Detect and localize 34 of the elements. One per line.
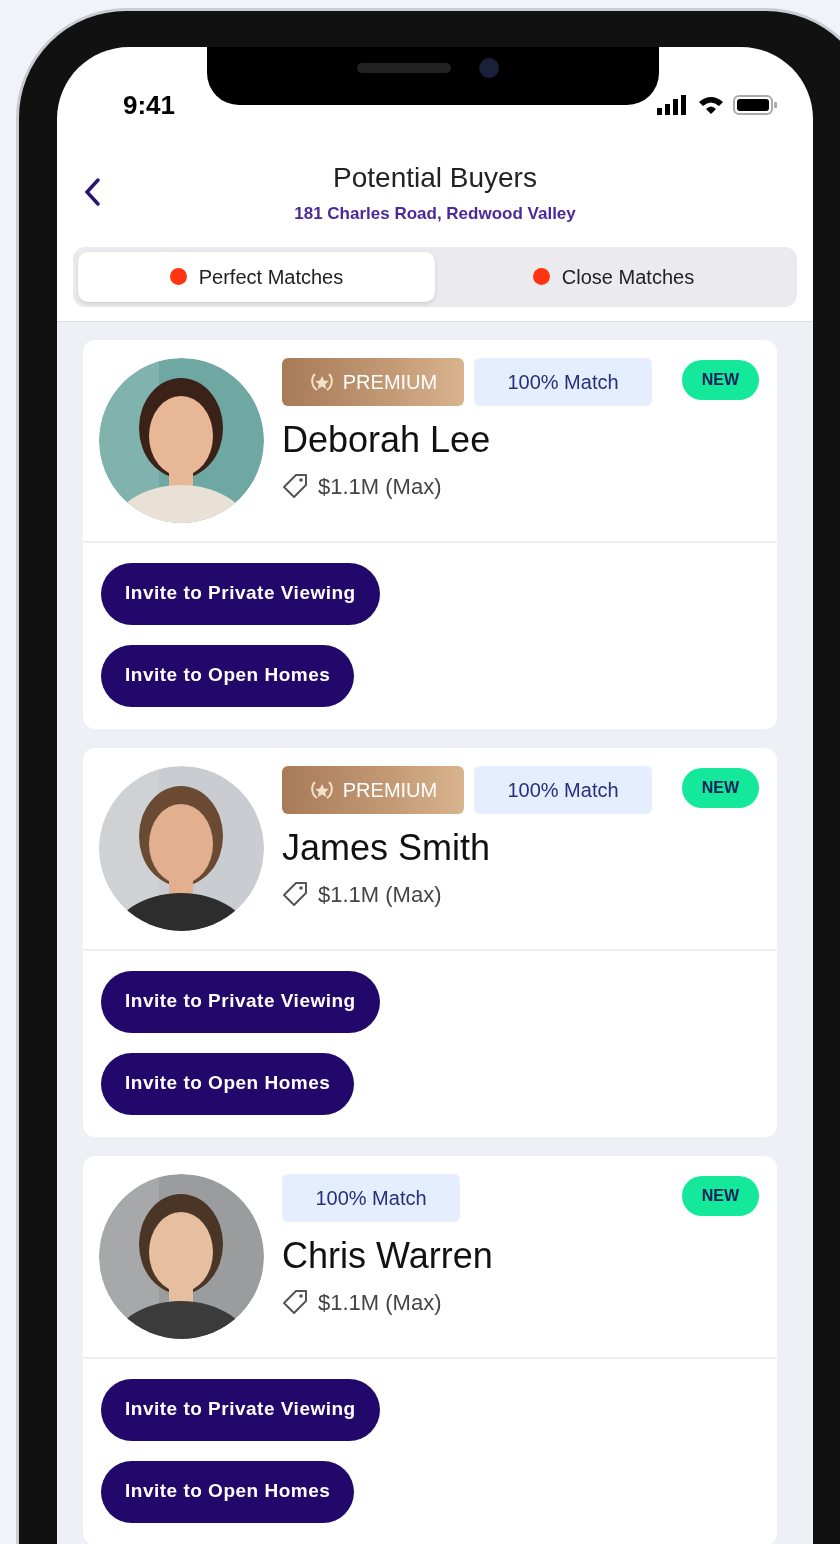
budget: $1.1M (Max) bbox=[318, 472, 442, 501]
laurel-star-icon bbox=[308, 370, 335, 393]
invite-button[interactable]: Invite to Private Viewing bbox=[101, 970, 380, 1033]
budget: $1.1M (Max) bbox=[318, 1288, 442, 1317]
match-badge: 100% Match bbox=[474, 765, 652, 814]
battery-icon bbox=[733, 95, 777, 115]
price-tag-icon bbox=[282, 881, 308, 907]
match-badge: 100% Match bbox=[474, 357, 652, 406]
premium-label: PREMIUM bbox=[342, 369, 438, 395]
chevron-left-icon bbox=[83, 177, 101, 207]
page-title: Potential Buyers bbox=[333, 161, 537, 195]
new-badge: NEW bbox=[681, 1175, 759, 1216]
invite-button[interactable]: Invite to Open Homes bbox=[101, 1460, 355, 1523]
invite-button[interactable]: Invite to Private Viewing bbox=[101, 562, 380, 625]
buyer-name: Chris Warren bbox=[282, 1233, 494, 1278]
buyer-name: James Smith bbox=[282, 825, 492, 870]
laurel-star-icon bbox=[308, 778, 335, 801]
invite-button[interactable]: Invite to Open Homes bbox=[101, 1052, 355, 1115]
invite-button[interactable]: Invite to Open Homes bbox=[101, 644, 355, 707]
premium-label: PREMIUM bbox=[342, 777, 438, 803]
new-badge: NEW bbox=[681, 767, 759, 808]
match-badge: 100% Match bbox=[282, 1173, 460, 1222]
buyer-name: Deborah Lee bbox=[282, 417, 492, 462]
segment-tab[interactable]: Close Matches bbox=[435, 251, 792, 302]
price-tag-icon bbox=[282, 473, 308, 499]
segment-tab[interactable]: Perfect Matches bbox=[78, 251, 435, 302]
price-tag-icon bbox=[282, 1289, 308, 1315]
clock: 9:41 bbox=[123, 88, 176, 122]
new-badge: NEW bbox=[681, 359, 759, 400]
budget: $1.1M (Max) bbox=[318, 880, 442, 909]
wifi-icon bbox=[697, 95, 725, 115]
invite-button[interactable]: Invite to Private Viewing bbox=[101, 1378, 380, 1441]
signal-icon bbox=[657, 95, 689, 115]
address-subtitle: 181 Charles Road, Redwood Valley bbox=[294, 203, 576, 225]
